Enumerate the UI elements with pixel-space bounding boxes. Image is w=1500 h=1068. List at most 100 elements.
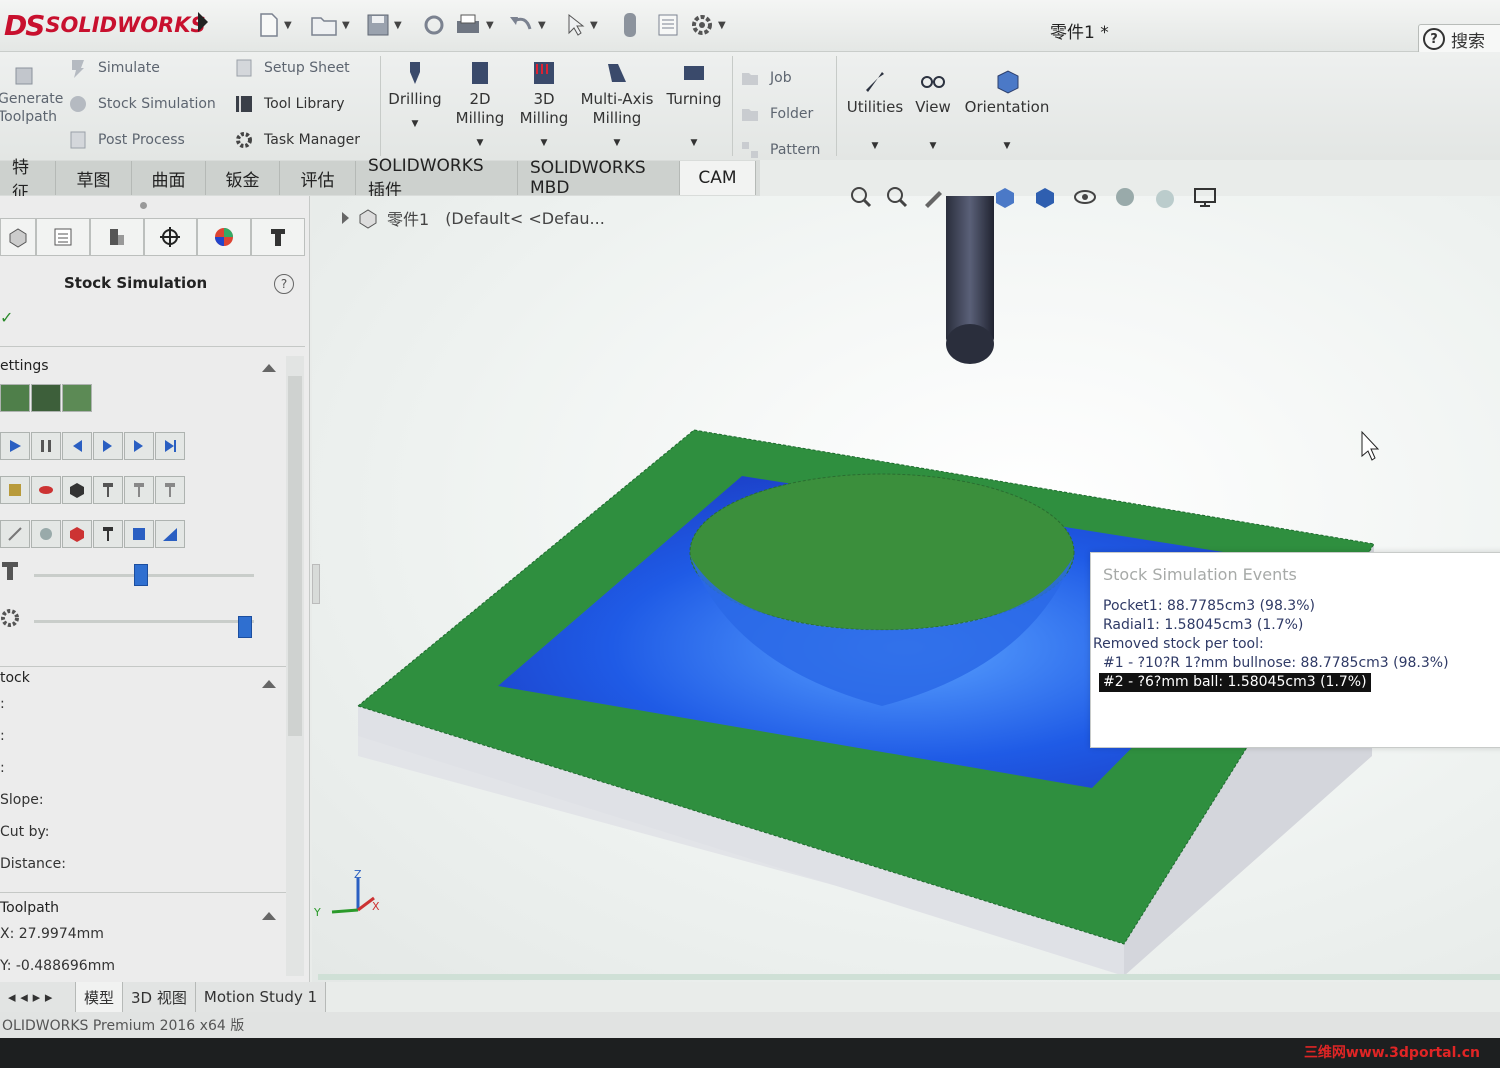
toolpath-view-icon[interactable] [0, 520, 30, 548]
tab-3d-views[interactable]: 3D 视图 [123, 982, 196, 1012]
2d-milling-button[interactable]: 2D Milling ▼ [452, 60, 508, 153]
panel-grip-icon[interactable] [140, 202, 147, 209]
post-process-button[interactable]: Post Process [68, 130, 185, 150]
save-icon[interactable]: ▼ [366, 10, 402, 40]
speed-slider-knob[interactable] [134, 564, 148, 586]
utilities-dropdown-icon[interactable]: ▼ [844, 137, 906, 156]
document-title: 零件1 * [1050, 23, 1109, 43]
holder-display-icon[interactable] [31, 476, 61, 504]
step-back-icon[interactable] [62, 432, 92, 460]
mode-part-icon[interactable] [31, 384, 61, 412]
tool-icon[interactable] [93, 476, 123, 504]
property-manager-tab[interactable] [35, 218, 90, 256]
display-manager-tab[interactable] [197, 218, 252, 256]
generate-toolpath-button[interactable]: Generate Toolpath [0, 66, 63, 126]
panel-scrollbar[interactable] [286, 356, 304, 976]
tool-shank-icon[interactable] [124, 476, 154, 504]
tab-scroll-arrows[interactable]: ◂ ◂ ▸ ▸ [0, 982, 76, 1012]
panel-help-icon[interactable]: ? [274, 274, 294, 294]
view-dropdown-icon[interactable]: ▼ [910, 137, 956, 156]
orientation-dropdown-icon[interactable]: ▼ [962, 137, 1052, 156]
drilling-button[interactable]: Drilling ▼ [386, 60, 444, 134]
orientation-button[interactable]: Orientation ▼ [962, 68, 1052, 156]
utilities-button[interactable]: Utilities ▼ [844, 68, 906, 156]
simulate-button[interactable]: Simulate [68, 58, 160, 78]
help-icon[interactable]: ? [1423, 28, 1445, 50]
multi-axis-milling-button[interactable]: Multi-Axis Milling ▼ [578, 60, 656, 153]
job-button[interactable]: Job [740, 68, 792, 88]
solidworks-logo[interactable]: DS SOLIDWORKS [4, 4, 206, 46]
event-line-selected[interactable]: #2 - ?6?mm ball: 1.58045cm3 (1.7%) [1099, 673, 1371, 692]
next-operation-icon[interactable] [124, 432, 154, 460]
run-to-end-icon[interactable] [155, 432, 185, 460]
tool-display-icon[interactable] [0, 476, 30, 504]
setup-sheet-button[interactable]: Setup Sheet [234, 58, 350, 78]
stock-simulation-button[interactable]: Stock Simulation [68, 94, 216, 114]
cam-tab[interactable] [251, 218, 306, 256]
accuracy-slider[interactable] [34, 620, 254, 623]
tool-library-button[interactable]: Tool Library [234, 94, 345, 114]
step-forward-icon[interactable] [93, 432, 123, 460]
slope-view-icon[interactable] [155, 520, 185, 548]
play-icon[interactable] [0, 432, 30, 460]
tab-solidworks-addins[interactable]: SOLIDWORKS 插件 [356, 156, 518, 201]
color-stock-icon[interactable] [62, 520, 92, 548]
stock-collapse-icon[interactable] [262, 680, 276, 688]
multi-axis-dropdown-icon[interactable]: ▼ [578, 134, 656, 153]
tab-features[interactable]: 特征 [0, 158, 56, 203]
task-manager-button[interactable]: Task Manager [234, 130, 360, 150]
tab-cam[interactable]: CAM [680, 161, 756, 195]
toolpath-collapse-icon[interactable] [262, 912, 276, 920]
3d-milling-button[interactable]: 3D Milling ▼ [516, 60, 572, 153]
options-gear-icon[interactable]: ▼ [690, 10, 726, 40]
event-line[interactable]: Pocket1: 88.7785cm3 (98.3%) [1093, 597, 1493, 616]
panel-splitter[interactable] [312, 564, 320, 604]
search-commands-box[interactable]: ? 搜索 [1418, 24, 1500, 54]
undo-icon[interactable]: ▼ [508, 10, 546, 40]
mode-stock-icon[interactable] [0, 384, 30, 412]
folder-button[interactable]: Folder [740, 104, 813, 124]
transparent-stock-icon[interactable] [31, 520, 61, 548]
tab-solidworks-mbd[interactable]: SOLIDWORKS MBD [518, 158, 680, 198]
tool-holder-icon[interactable] [155, 476, 185, 504]
settings-collapse-icon[interactable] [262, 364, 276, 372]
turning-button[interactable]: Turning ▼ [664, 60, 724, 153]
stock-display-icon[interactable] [62, 476, 92, 504]
event-line[interactable]: Radial1: 1.58045cm3 (1.7%) [1093, 616, 1493, 635]
section-view-icon[interactable] [124, 520, 154, 548]
event-line[interactable]: #1 - ?10?R 1?mm bullnose: 88.7785cm3 (98… [1093, 654, 1493, 673]
pause-icon[interactable] [31, 432, 61, 460]
menu-expand-arrow-icon[interactable] [198, 12, 208, 32]
dimxpert-tab[interactable] [143, 218, 198, 256]
print-icon[interactable]: ▼ [454, 10, 494, 40]
tab-surfaces[interactable]: 曲面 [132, 161, 206, 195]
3d-milling-dropdown-icon[interactable]: ▼ [516, 134, 572, 153]
utilities-label: Utilities [846, 98, 904, 116]
new-document-icon[interactable]: ▼ [258, 10, 292, 40]
settings-header[interactable]: ettings [0, 358, 49, 374]
tab-motion-study[interactable]: Motion Study 1 [195, 982, 327, 1012]
rebuild-icon[interactable] [422, 10, 446, 40]
tab-model[interactable]: 模型 [76, 982, 124, 1012]
drilling-dropdown-icon[interactable]: ▼ [386, 115, 444, 134]
mode-compare-icon[interactable] [62, 384, 92, 412]
tab-sheet-metal[interactable]: 钣金 [206, 161, 280, 195]
configuration-manager-tab[interactable] [89, 218, 144, 256]
scrollbar-thumb[interactable] [288, 376, 302, 736]
accuracy-slider-knob[interactable] [238, 616, 252, 638]
tab-sketch[interactable]: 草图 [56, 161, 132, 195]
select-cursor-icon[interactable]: ▼ [566, 10, 598, 40]
ok-check-icon[interactable]: ✓ [0, 308, 13, 327]
tool-compare-icon[interactable] [93, 520, 123, 548]
2d-milling-dropdown-icon[interactable]: ▼ [452, 134, 508, 153]
view-button[interactable]: View ▼ [910, 68, 956, 156]
open-folder-icon[interactable]: ▼ [310, 10, 350, 40]
stock-header[interactable]: tock [0, 670, 30, 686]
file-properties-icon[interactable] [656, 10, 680, 40]
turning-dropdown-icon[interactable]: ▼ [664, 134, 724, 153]
tab-evaluate[interactable]: 评估 [280, 161, 356, 195]
traffic-light-icon[interactable] [620, 10, 640, 40]
pattern-button[interactable]: Pattern [740, 140, 820, 160]
feature-manager-tab[interactable] [0, 218, 36, 256]
toolpath-header[interactable]: Toolpath [0, 900, 59, 916]
